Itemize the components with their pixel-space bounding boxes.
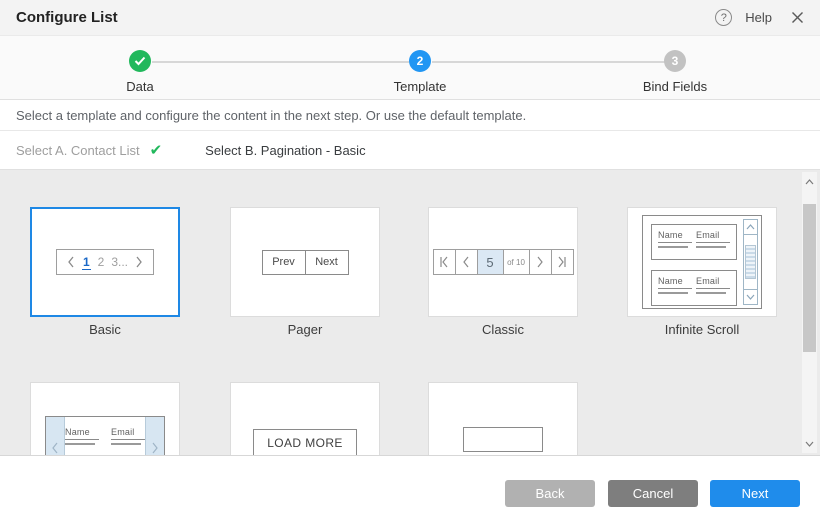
selection-bar: Select A. Contact List ✔ Select B. Pagin…	[0, 131, 820, 170]
chevron-right-icon	[135, 256, 143, 268]
step-label: Data	[80, 79, 200, 94]
page-number-current: 1	[82, 255, 91, 270]
template-card-carousel[interactable]: Name Email	[30, 382, 180, 455]
list-row-preview: Name Email	[651, 224, 737, 260]
list-row-preview: Name Email	[651, 270, 737, 306]
first-page-icon	[433, 249, 456, 275]
help-icon[interactable]: ?	[715, 9, 732, 26]
step-template[interactable]: 2 Template	[360, 50, 480, 94]
email-column: Email	[111, 427, 145, 455]
last-page-icon	[551, 249, 574, 275]
carousel-preview: Name Email	[45, 416, 165, 455]
pager-preview: Prev Next	[262, 250, 349, 275]
chevron-left-icon	[455, 249, 478, 275]
text-line	[658, 246, 688, 248]
chevron-up-icon	[744, 220, 757, 235]
step-label: Template	[360, 79, 480, 94]
load-more-button-preview: LOAD MORE	[253, 429, 357, 455]
carousel-row-preview: Name Email	[65, 417, 145, 455]
basic-pagination-preview: 1 2 3...	[56, 249, 154, 275]
template-card-load-more[interactable]: LOAD MORE	[230, 382, 380, 455]
titlebar-actions: ? Help	[715, 9, 804, 26]
template-card-classic[interactable]: 5 of 10	[428, 207, 578, 317]
chevron-right-icon	[529, 249, 552, 275]
scroll-up-icon[interactable]	[802, 174, 817, 189]
email-column: Email	[696, 230, 730, 254]
scroll-down-icon[interactable]	[802, 436, 817, 451]
email-column: Email	[696, 276, 730, 300]
step-number-badge: 3	[664, 50, 686, 72]
dialog-footer: Back Cancel Next	[0, 455, 820, 524]
chevron-left-icon	[46, 417, 65, 455]
empty-box-preview	[463, 427, 543, 452]
name-column: Name	[658, 276, 692, 300]
info-bar: Select a template and configure the cont…	[0, 100, 820, 131]
step-label: Bind Fields	[615, 79, 735, 94]
chevron-left-icon	[67, 256, 75, 268]
text-line	[65, 443, 95, 445]
dialog-titlebar: Configure List ? Help	[0, 0, 820, 36]
scrollbar-thumb	[745, 245, 756, 279]
chevron-right-icon	[145, 417, 164, 455]
cancel-button[interactable]: Cancel	[608, 480, 698, 507]
next-button-preview: Next	[305, 250, 349, 275]
preview-scrollbar	[743, 219, 758, 305]
scrollbar-thumb[interactable]	[803, 204, 816, 352]
template-label-classic: Classic	[428, 322, 578, 337]
step-number-badge: 2	[409, 50, 431, 72]
template-card-infinite-scroll[interactable]: Name Email Name Email	[627, 207, 777, 317]
name-column: Name	[65, 427, 99, 455]
template-label-infinite-scroll: Infinite Scroll	[627, 322, 777, 337]
template-label-pager: Pager	[230, 322, 380, 337]
prev-button-preview: Prev	[262, 250, 306, 275]
page-number: 3...	[111, 255, 128, 269]
select-a-contact-list[interactable]: Select A. Contact List	[16, 143, 140, 158]
page-number: 2	[98, 255, 105, 269]
help-button[interactable]: Help	[745, 10, 772, 25]
text-line	[111, 443, 141, 445]
text-line	[696, 246, 726, 248]
step-data[interactable]: Data	[80, 50, 200, 94]
infinite-scroll-preview: Name Email Name Email	[642, 215, 762, 309]
text-line	[658, 292, 688, 294]
template-card-pager[interactable]: Prev Next	[230, 207, 380, 317]
close-icon[interactable]	[791, 11, 804, 24]
classic-pagination-preview: 5 of 10	[433, 249, 574, 275]
gallery-scrollbar[interactable]	[802, 172, 817, 453]
template-card-custom[interactable]	[428, 382, 578, 455]
text-line	[696, 292, 726, 294]
next-button[interactable]: Next	[710, 480, 800, 507]
page-total-cell: of 10	[503, 249, 530, 275]
chevron-down-icon	[744, 289, 757, 304]
select-b-pagination-label: Select B. Pagination - Basic	[205, 143, 365, 158]
back-button[interactable]: Back	[505, 480, 595, 507]
check-icon: ✔	[150, 141, 163, 159]
template-instructions: Select a template and configure the cont…	[16, 108, 526, 123]
configure-list-dialog: Configure List ? Help Data 2	[0, 0, 820, 524]
wizard-stepper: Data 2 Template 3 Bind Fields	[0, 36, 820, 100]
template-gallery: 1 2 3... Basic Prev Next Pager	[0, 170, 820, 455]
step-bind-fields[interactable]: 3 Bind Fields	[615, 50, 735, 94]
step-complete-icon	[129, 50, 151, 72]
template-card-basic[interactable]: 1 2 3...	[30, 207, 180, 317]
template-label-basic: Basic	[30, 322, 180, 337]
name-column: Name	[658, 230, 692, 254]
page-title: Configure List	[16, 9, 118, 26]
current-page-cell: 5	[477, 249, 504, 275]
